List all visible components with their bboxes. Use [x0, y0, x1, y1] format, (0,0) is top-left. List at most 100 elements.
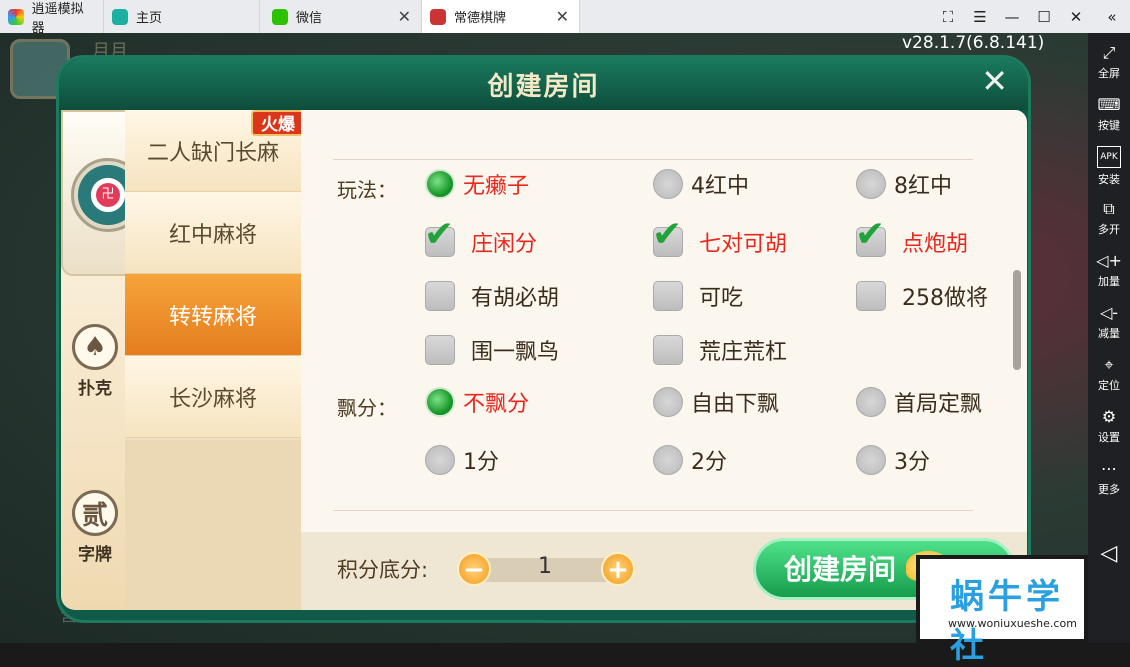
radio-1fen[interactable]: 1分 [425, 444, 499, 476]
tab-wechat[interactable]: 微信 ✕ [264, 0, 422, 33]
option-label: 无癞子 [463, 174, 530, 199]
checked-icon [855, 214, 886, 257]
sidebar-label: 减量 [1098, 327, 1120, 340]
list-background [125, 440, 301, 610]
game-viewport: 月月ID:20896 v28.1.7(6.8.141) 营散 战绩 活动 分享 … [0, 33, 1088, 643]
check-keci[interactable]: 可吃 [653, 280, 743, 312]
category-label: 字牌 [78, 545, 112, 565]
zipai-icon: 贰 [72, 490, 118, 536]
create-room-dialog: 创建房间 ✕ ♠ 扑克 贰 字牌 卍 二人缺门长麻 火爆 红中麻将 转转麻将 长… [56, 55, 1031, 623]
collapse-sidebar-icon[interactable]: « [1096, 8, 1128, 26]
watermark-url: www.woniuxueshe.com [948, 617, 1077, 630]
unchecked-icon [425, 281, 455, 311]
tab-game[interactable]: 常德棋牌 ✕ [422, 0, 580, 33]
window-controls: ⛶ ☰ — ☐ ✕ « [932, 0, 1128, 33]
check-youhubihu[interactable]: 有胡必胡 [425, 280, 559, 312]
check-weiyipiaoniao[interactable]: 围一飘鸟 [425, 334, 559, 366]
sidebar-item-location[interactable]: ⌖ 定位 [1098, 352, 1120, 397]
radio-wulaizi[interactable]: 无癞子 [425, 168, 529, 200]
close-icon[interactable]: ✕ [398, 7, 411, 26]
close-window-icon[interactable]: ✕ [1060, 8, 1092, 26]
tab-label: 主页 [136, 11, 163, 26]
option-label: 庄闲分 [471, 232, 538, 257]
sidebar-item-volume-up[interactable]: ◁+ 加量 [1096, 248, 1122, 293]
emulator-titlebar: 逍遥模拟器 主页 微信 ✕ 常德棋牌 ✕ ⛶ ☰ — ☐ ✕ « [0, 0, 1130, 36]
radio-8hongzhong[interactable]: 8红中 [856, 168, 952, 200]
tab-home[interactable]: 主页 [104, 0, 260, 33]
category-poker[interactable]: ♠ 扑克 [67, 324, 123, 399]
game-icon [430, 8, 446, 25]
radio-bupiaofen[interactable]: 不飘分 [425, 386, 529, 418]
close-icon[interactable]: ✕ [556, 7, 569, 26]
sidebar-item-multi-instance[interactable]: ⧉ 多开 [1098, 196, 1120, 241]
game-item-erren[interactable]: 二人缺门长麻 火爆 [125, 110, 305, 192]
sidebar-item-settings[interactable]: ⚙ 设置 [1098, 404, 1120, 449]
divider [333, 159, 973, 160]
radio-off-icon [856, 387, 886, 417]
radio-ziyouxiapiao[interactable]: 自由下飘 [653, 386, 779, 418]
game-label: 红中麻将 [168, 222, 257, 248]
minus-button[interactable]: − [457, 552, 491, 586]
spade-icon: ♠ [72, 324, 118, 370]
dialog-title: 创建房间 [487, 72, 600, 102]
plus-button[interactable]: + [601, 552, 635, 586]
tab-label: 逍遥模拟器 [31, 1, 84, 36]
minimize-icon[interactable]: — [996, 8, 1028, 26]
base-score-label: 积分底分: [337, 558, 429, 582]
wechat-icon [272, 8, 288, 25]
maximize-icon[interactable]: ☐ [1028, 8, 1060, 26]
radio-3fen[interactable]: 3分 [856, 444, 930, 476]
check-258zuojiang[interactable]: 258做将 [856, 280, 988, 312]
check-huangzhuanghuanggang[interactable]: 荒庄荒杠 [653, 334, 787, 366]
radio-4hongzhong[interactable]: 4红中 [653, 168, 749, 200]
game-item-hongzhong[interactable]: 红中麻将 [125, 192, 301, 274]
unchecked-icon [856, 281, 886, 311]
watermark-logo: 蜗牛学社 www.woniuxueshe.com [916, 555, 1088, 666]
mahjong-icon-glyph: 卍 [96, 183, 120, 207]
scrollbar[interactable] [1013, 270, 1021, 370]
tab-label: 常德棋牌 [454, 11, 507, 26]
option-label: 围一飘鸟 [471, 340, 560, 365]
game-item-changsha[interactable]: 长沙麻将 [125, 356, 301, 438]
radio-off-icon [653, 387, 683, 417]
close-icon[interactable]: ✕ [981, 62, 1008, 100]
back-icon[interactable]: ◁ [1101, 531, 1118, 576]
option-label: 3分 [894, 450, 930, 475]
sidebar-item-volume-down[interactable]: ◁- 减量 [1098, 300, 1120, 345]
option-label: 自由下飘 [691, 392, 780, 417]
check-qiduikehu[interactable]: 七对可胡 [652, 214, 787, 258]
option-label: 4红中 [691, 174, 749, 199]
sidebar-label: 全屏 [1098, 67, 1120, 80]
option-label: 点炮胡 [902, 232, 969, 257]
check-zhuangxianfen[interactable]: 庄闲分 [424, 214, 538, 258]
option-label: 不飘分 [463, 392, 530, 417]
radio-2fen[interactable]: 2分 [653, 444, 727, 476]
app-tab-xiaoyao[interactable]: 逍遥模拟器 [0, 0, 104, 36]
dialog-header: 创建房间 ✕ [59, 58, 1028, 110]
radio-off-icon [425, 445, 455, 475]
menu-icon[interactable]: ☰ [964, 8, 996, 26]
create-room-label: 创建房间 [784, 553, 897, 586]
radio-shoujudingpiao[interactable]: 首局定飘 [856, 386, 982, 418]
radio-off-icon [856, 169, 886, 199]
sidebar-item-apk[interactable]: APK 安装 [1097, 144, 1121, 189]
rules-panel: 玩法： 无癞子 4红中 8红中 庄闲分 七对可胡 点炮胡 有胡必胡 可吃 258… [301, 110, 1027, 532]
category-zipai[interactable]: 贰 字牌 [67, 490, 123, 565]
more-icon: ⋯ [1101, 459, 1117, 478]
sidebar-item-keyboard[interactable]: ⌨ 按键 [1097, 92, 1120, 137]
hot-badge: 火爆 [251, 110, 305, 136]
tab-label: 微信 [296, 11, 323, 26]
screenshot-icon[interactable]: ⛶ [932, 8, 964, 26]
game-item-zhuanzhuan[interactable]: 转转麻将 [125, 274, 301, 356]
sidebar-item-more[interactable]: ⋯ 更多 [1098, 456, 1120, 501]
radio-off-icon [653, 169, 683, 199]
check-dianpaohu[interactable]: 点炮胡 [855, 214, 969, 258]
game-label: 长沙麻将 [168, 386, 257, 412]
apk-icon: APK [1097, 146, 1121, 168]
fullscreen-icon: ⤢ [1102, 43, 1116, 62]
sidebar-item-fullscreen[interactable]: ⤢ 全屏 [1098, 40, 1120, 85]
sidebar-label: 多开 [1098, 223, 1120, 236]
sidebar-label: 按键 [1098, 119, 1120, 132]
checked-icon [652, 214, 683, 257]
game-label: 二人缺门长麻 [146, 140, 279, 166]
